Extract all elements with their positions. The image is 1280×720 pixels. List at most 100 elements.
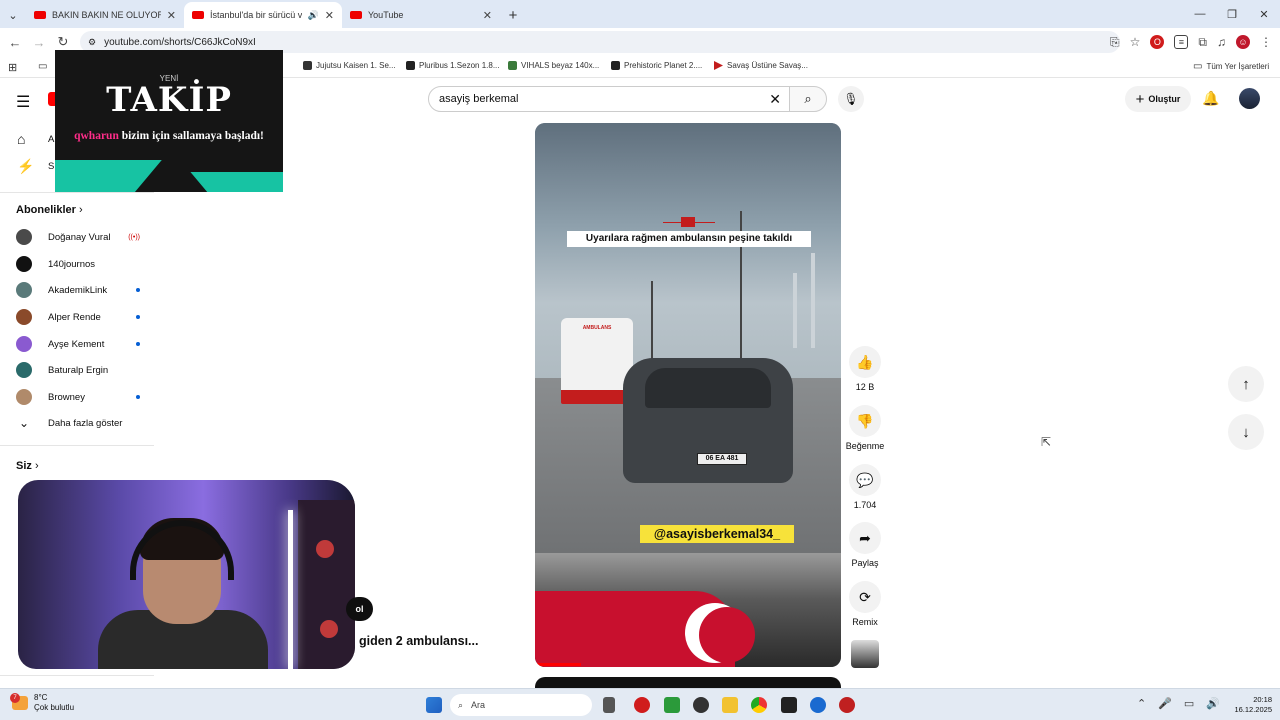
system-clock[interactable]: 20:18 16.12.2025 <box>1234 695 1272 715</box>
subscription-item[interactable]: 140journos <box>16 256 140 272</box>
bookmark-item[interactable]: VIHALS beyaz 140x... <box>508 61 599 70</box>
subscription-item[interactable]: Browney <box>16 389 140 405</box>
like-button[interactable]: 👍 <box>849 346 881 378</box>
next-short-button[interactable]: ↓ <box>1228 414 1264 450</box>
close-window-icon[interactable]: ✕ <box>1248 0 1280 28</box>
clear-search-icon[interactable]: ✕ <box>769 91 781 108</box>
forward-icon[interactable]: → <box>27 35 51 50</box>
bookmark-star-icon[interactable]: ☆ <box>1130 35 1141 49</box>
back-icon[interactable]: ← <box>3 35 27 50</box>
recording-app-icon[interactable] <box>839 697 855 713</box>
minimize-icon[interactable]: — <box>1184 0 1216 28</box>
subscriptions-header[interactable]: Abonelikler › <box>16 204 83 216</box>
display-icon[interactable]: ▭ <box>1184 697 1194 710</box>
install-app-icon[interactable]: ⎘ <box>1110 35 1120 50</box>
file-explorer-icon[interactable] <box>603 697 615 713</box>
bookmark-item[interactable]: Prehistoric Planet 2.... <box>611 61 702 70</box>
subscription-item[interactable]: Baturalp Ergin <box>16 362 140 378</box>
sidebar-item-shorts-label[interactable]: S <box>48 161 54 172</box>
chevron-right-icon: › <box>78 204 83 216</box>
sound-channel-thumbnail[interactable] <box>851 640 879 668</box>
extensions-puzzle-icon[interactable]: ⧉ <box>1198 35 1207 50</box>
hamburger-menu-icon[interactable]: ☰ <box>16 92 30 112</box>
apps-grid-icon[interactable]: ⊞ <box>8 61 17 74</box>
xbox-app-icon[interactable] <box>664 697 680 713</box>
tab-1[interactable]: BAKIN BAKIN NE OLUYOR? | 55 ✕ <box>26 2 184 28</box>
create-button[interactable]: + Oluştur <box>1125 86 1191 112</box>
close-tab-icon[interactable]: ✕ <box>325 9 334 22</box>
epic-games-icon[interactable] <box>781 697 797 713</box>
show-hidden-icons-icon[interactable]: ⌃ <box>1137 697 1146 710</box>
previous-short-pill[interactable]: ol <box>346 597 373 621</box>
microphone-icon[interactable]: 🎤 <box>1158 697 1172 710</box>
microphone-icon: 🎙 <box>843 92 859 106</box>
bookmark-folder-icon[interactable]: ▭ <box>38 61 47 72</box>
live-indicator-icon: ((•)) <box>128 233 140 241</box>
decorative-stripe <box>190 172 283 192</box>
previous-short-title[interactable]: giden 2 ambulansı... <box>359 634 478 648</box>
restore-icon[interactable]: ❐ <box>1216 0 1248 28</box>
search-input[interactable]: asayiş berkemal ✕ <box>428 86 790 112</box>
video-progress-bar[interactable] <box>535 663 581 666</box>
reload-icon[interactable]: ↻ <box>51 34 75 50</box>
profile-icon[interactable]: ☺ <box>1236 35 1250 49</box>
account-avatar[interactable] <box>1239 88 1260 109</box>
app-icon[interactable] <box>810 697 826 713</box>
tab-2-active[interactable]: İstanbul'da bir sürücü vakay 🔊 ✕ <box>184 2 342 28</box>
license-plate: 06 EA 481 <box>697 453 747 465</box>
toolbar-extensions: ⎘ ☆ O ≡ ⧉ ♫ ☺ ⋮ <box>1110 28 1272 56</box>
search-button[interactable]: ⌕ <box>789 86 827 112</box>
taskbar-search[interactable]: ⌕ Ara <box>450 694 592 716</box>
new-tab-button[interactable]: + <box>500 2 526 28</box>
subscription-item[interactable]: AkademikLink <box>16 282 140 298</box>
tab-search-chevron-icon[interactable]: ⌄ <box>0 2 26 28</box>
app-icon[interactable] <box>693 697 709 713</box>
weather-condition: Çok bulutlu <box>34 703 75 712</box>
previous-short-button[interactable]: ↑ <box>1228 366 1264 402</box>
chevron-right-icon: › <box>34 460 39 472</box>
remix-icon: ⟳ <box>859 588 871 605</box>
subscription-item[interactable]: Alper Rende <box>16 309 140 325</box>
reader-extension-icon[interactable]: ≡ <box>1174 35 1189 49</box>
like-action: 👍 12 B <box>845 346 885 392</box>
bookmark-item[interactable]: Savaş Üstüne Savaş... <box>714 61 808 70</box>
windows-start-icon[interactable] <box>426 697 442 713</box>
search-icon: ⌕ <box>458 699 464 710</box>
opera-browser-icon[interactable] <box>634 697 650 713</box>
opera-extension-icon[interactable]: O <box>1150 35 1165 49</box>
arrow-up-icon: ↑ <box>1242 375 1250 393</box>
chrome-icon[interactable] <box>751 697 767 713</box>
all-bookmarks-link[interactable]: ▭ Tüm Yer İşaretleri <box>1193 61 1269 72</box>
home-icon[interactable]: ⌂ <box>17 131 25 147</box>
share-action: ➦ Paylaş <box>845 522 885 568</box>
comment-count: 1.704 <box>853 500 877 510</box>
site-info-icon[interactable]: ⚙ <box>88 37 96 48</box>
show-more-button[interactable]: ⌄ Daha fazla göster <box>16 416 140 430</box>
close-tab-icon[interactable]: ✕ <box>483 9 492 22</box>
shorts-icon[interactable]: ⚡ <box>17 158 34 175</box>
notifications-bell-icon[interactable]: 🔔 <box>1202 90 1219 107</box>
subscription-item[interactable]: Doğanay Vural ((•)) <box>16 229 140 245</box>
comments-button[interactable]: 💬 <box>849 464 881 496</box>
tab-title: YouTube <box>368 10 404 20</box>
tab-3[interactable]: YouTube ✕ <box>342 2 500 28</box>
short-video-player[interactable]: AMBULANS 06 EA 481 Uyarılara rağmen ambu… <box>535 123 841 667</box>
sidebar-item-home-label[interactable]: A <box>48 134 54 145</box>
bookmark-item[interactable]: Jujutsu Kaisen 1. Se... <box>303 61 396 70</box>
youtube-favicon-icon <box>350 11 362 19</box>
share-button[interactable]: ➦ <box>849 522 881 554</box>
close-tab-icon[interactable]: ✕ <box>167 9 176 22</box>
channel-avatar <box>16 336 32 352</box>
volume-icon[interactable]: 🔊 <box>1206 697 1220 710</box>
voice-search-button[interactable]: 🎙 <box>838 86 864 112</box>
bookmark-item[interactable]: Pluribus 1.Sezon 1.8... <box>406 61 500 70</box>
you-header[interactable]: Siz › <box>16 460 39 472</box>
subscription-item[interactable]: Ayşe Kement <box>16 336 140 352</box>
more-menu-icon[interactable]: ⋮ <box>1260 35 1272 49</box>
remix-button[interactable]: ⟳ <box>849 581 881 613</box>
dislike-button[interactable]: 👎 <box>849 405 881 437</box>
speaker-icon[interactable]: 🔊 <box>308 10 319 21</box>
folder-icon[interactable] <box>722 697 738 713</box>
media-control-icon[interactable]: ♫ <box>1217 35 1226 49</box>
weather-widget[interactable]: 7 8°C Çok bulutlu <box>10 693 75 713</box>
